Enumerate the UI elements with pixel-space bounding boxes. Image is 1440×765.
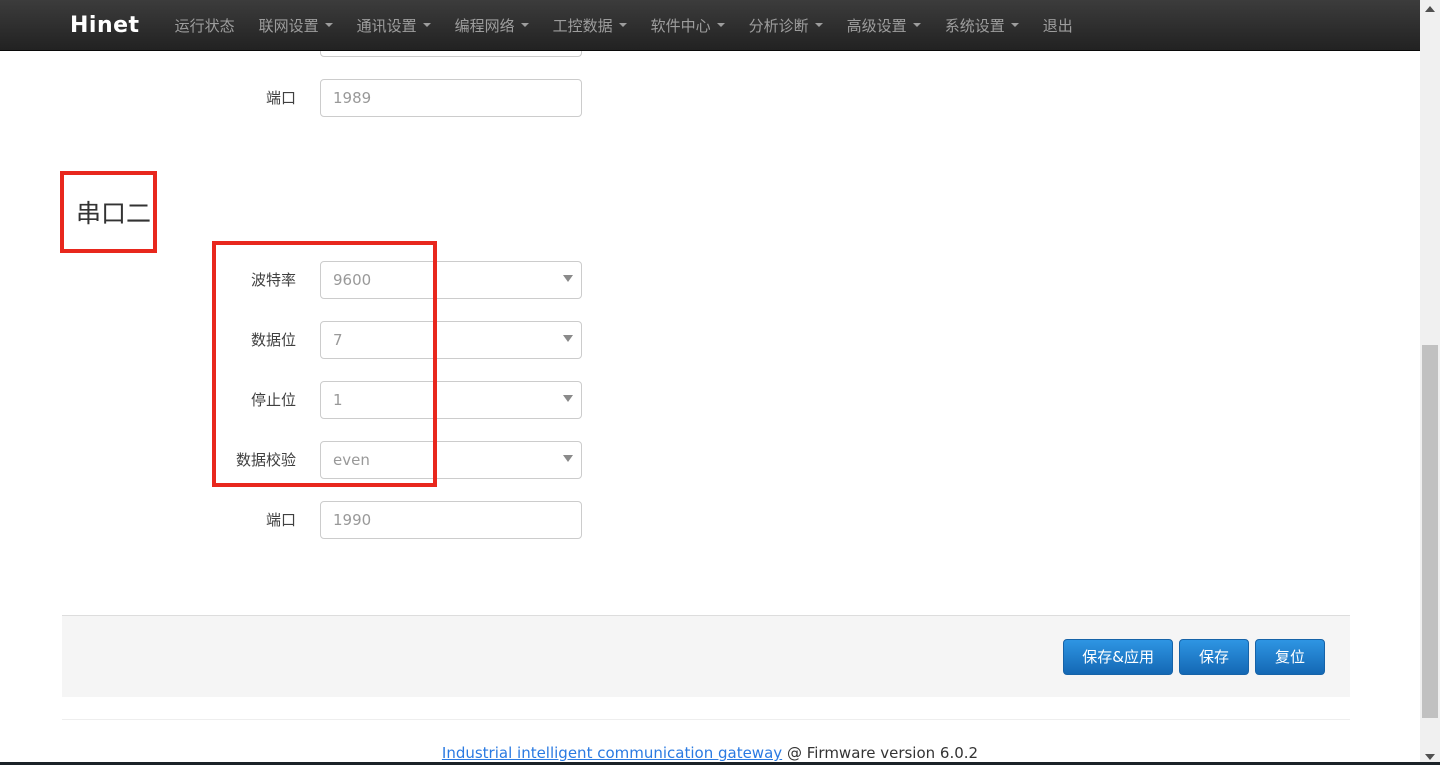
chevron-down-icon xyxy=(563,275,573,282)
nav-item-system-settings[interactable]: 系统设置 xyxy=(933,0,1031,51)
caret-down-icon xyxy=(815,23,823,27)
caret-down-icon xyxy=(521,23,529,27)
brand-logo[interactable]: Hinet xyxy=(70,13,140,38)
top-navbar: Hinet 运行状态 联网设置 通讯设置 编程网络 工控数据 软件中心 分析诊断 xyxy=(0,0,1420,51)
caret-down-icon xyxy=(325,23,333,27)
save-button[interactable]: 保存 xyxy=(1179,639,1249,675)
parity-value: even xyxy=(333,451,370,469)
chevron-down-icon xyxy=(563,335,573,342)
caret-down-icon xyxy=(913,23,921,27)
parity-label: 数据校验 xyxy=(0,441,296,479)
reset-button[interactable]: 复位 xyxy=(1255,639,1325,675)
nav-item-advanced-settings[interactable]: 高级设置 xyxy=(835,0,933,51)
baud-rate-value: 9600 xyxy=(333,271,371,289)
serial1-port-label: 端口 xyxy=(0,79,296,117)
caret-down-icon xyxy=(1011,23,1019,27)
caret-down-icon xyxy=(717,23,725,27)
arrow-up-icon xyxy=(1425,6,1435,12)
caret-down-icon xyxy=(423,23,431,27)
nav-item-logout[interactable]: 退出 xyxy=(1031,0,1085,51)
browser-scrollbar[interactable] xyxy=(1420,0,1440,765)
nav-item-analysis-diagnosis[interactable]: 分析诊断 xyxy=(737,0,835,51)
page-content: 端口 串口二 波特率 9600 数据位 7 停止位 1 数据校验 even 端口… xyxy=(0,0,1420,765)
data-bits-label: 数据位 xyxy=(0,321,296,359)
scrollbar-thumb[interactable] xyxy=(1422,345,1438,718)
arrow-down-icon xyxy=(1425,754,1435,760)
action-bar: 保存&应用 保存 复位 xyxy=(62,615,1350,697)
data-bits-value: 7 xyxy=(333,331,343,349)
firmware-version-text: @ Firmware version 6.0.2 xyxy=(787,744,978,762)
baud-rate-select[interactable]: 9600 xyxy=(320,261,582,299)
nav-item-comm-settings[interactable]: 通讯设置 xyxy=(345,0,443,51)
data-bits-select[interactable]: 7 xyxy=(320,321,582,359)
stop-bits-label: 停止位 xyxy=(0,381,296,419)
caret-down-icon xyxy=(619,23,627,27)
footer-divider xyxy=(62,719,1350,720)
parity-select[interactable]: even xyxy=(320,441,582,479)
serial2-port-label: 端口 xyxy=(0,501,296,539)
nav-item-programming-network[interactable]: 编程网络 xyxy=(443,0,541,51)
nav-item-industrial-data[interactable]: 工控数据 xyxy=(541,0,639,51)
serial1-port-input[interactable] xyxy=(320,79,582,117)
chevron-down-icon xyxy=(563,455,573,462)
stop-bits-value: 1 xyxy=(333,391,343,409)
chevron-down-icon xyxy=(563,395,573,402)
gateway-link[interactable]: Industrial intelligent communication gat… xyxy=(442,744,782,762)
nav-item-running-status[interactable]: 运行状态 xyxy=(163,0,247,51)
nav-menu: 运行状态 联网设置 通讯设置 编程网络 工控数据 软件中心 分析诊断 高级设置 xyxy=(163,0,1085,51)
nav-item-network-settings[interactable]: 联网设置 xyxy=(247,0,345,51)
section-title-serial2: 串口二 xyxy=(76,194,151,230)
scroll-up-button[interactable] xyxy=(1420,0,1440,17)
serial2-port-input[interactable] xyxy=(320,501,582,539)
stop-bits-select[interactable]: 1 xyxy=(320,381,582,419)
footer: Industrial intelligent communication gat… xyxy=(0,744,1420,762)
baud-rate-label: 波特率 xyxy=(0,261,296,299)
nav-item-software-center[interactable]: 软件中心 xyxy=(639,0,737,51)
save-apply-button[interactable]: 保存&应用 xyxy=(1063,639,1173,675)
